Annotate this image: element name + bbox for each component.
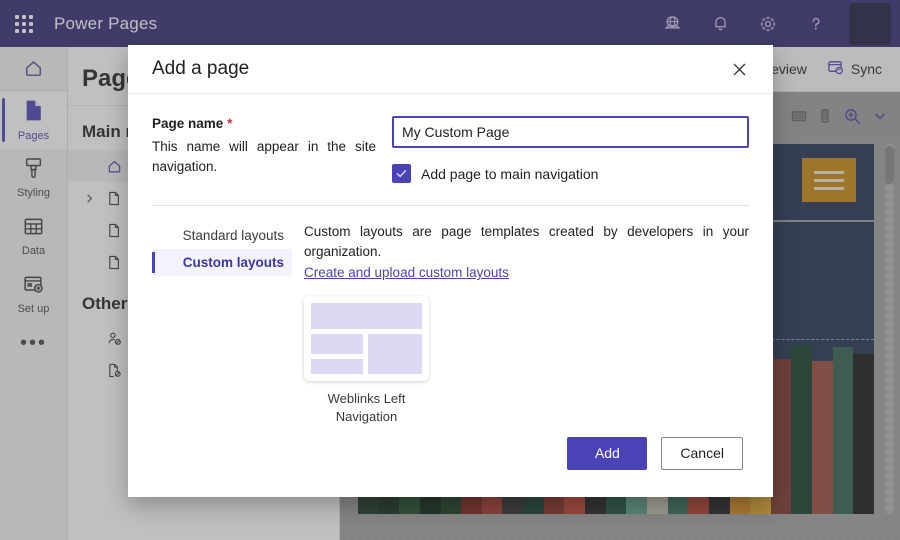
add-page-dialog: Add a page Page name * This name will ap… <box>128 45 773 497</box>
layout-card-list: Weblinks Left Navigation <box>304 296 749 425</box>
close-icon[interactable] <box>723 53 755 85</box>
add-button[interactable]: Add <box>567 436 648 470</box>
page-name-row: Page name * This name will appear in the… <box>152 116 749 184</box>
layout-card-label: Weblinks Left Navigation <box>327 391 406 424</box>
main-navigation-checkbox-row[interactable]: Add page to main navigation <box>392 164 749 184</box>
app-root: Preview Sync Pages Main navigation Home <box>0 0 900 540</box>
layout-card-weblinks-left-navigation[interactable]: Weblinks Left Navigation <box>304 296 429 425</box>
page-name-input[interactable] <box>392 116 749 149</box>
layout-pane: Custom layouts are page templates create… <box>292 222 749 425</box>
page-name-help: This name will appear in the site naviga… <box>152 139 376 174</box>
main-navigation-checkbox-label: Add page to main navigation <box>421 165 599 182</box>
page-name-label-column: Page name * This name will appear in the… <box>152 116 392 183</box>
dialog-header: Add a page <box>128 45 773 95</box>
layout-tabs: Standard layouts Custom layouts <box>152 222 292 425</box>
layout-thumbnail <box>304 296 429 382</box>
main-navigation-checkbox[interactable] <box>392 164 411 184</box>
cancel-button[interactable]: Cancel <box>661 436 743 470</box>
tab-custom-layouts[interactable]: Custom layouts <box>152 249 292 277</box>
page-name-input-column: Add page to main navigation <box>392 116 749 184</box>
required-asterisk: * <box>227 116 233 132</box>
dialog-footer: Add Cancel <box>128 425 773 497</box>
dialog-body: Page name * This name will appear in the… <box>128 94 773 425</box>
page-name-label-text: Page name <box>152 116 224 132</box>
tab-standard-layouts[interactable]: Standard layouts <box>152 222 292 249</box>
section-divider <box>152 205 749 207</box>
page-name-label: Page name * <box>152 116 376 131</box>
create-upload-custom-layouts-link[interactable]: Create and upload custom layouts <box>304 265 509 280</box>
dialog-title: Add a page <box>152 58 250 80</box>
layout-description: Custom layouts are page templates create… <box>304 224 749 259</box>
layouts-section: Standard layouts Custom layouts Custom l… <box>152 222 749 425</box>
